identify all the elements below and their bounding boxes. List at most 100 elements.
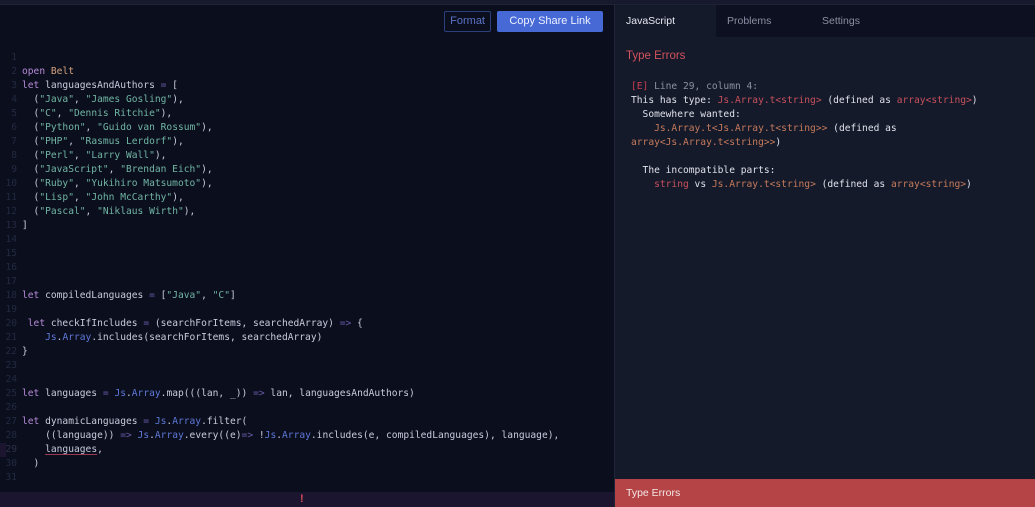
line-number: 2	[11, 66, 17, 77]
code-lines[interactable]: 1 2 open Belt 3 let languagesAndAuthors = [4…	[0, 51, 614, 485]
error-token: This has type:	[631, 95, 718, 106]
line-number: 4	[11, 94, 17, 105]
code-token: .filter(	[201, 416, 248, 427]
copy-share-link-button[interactable]: Copy Share Link	[497, 11, 603, 32]
line-number: 20	[5, 318, 17, 329]
code-line[interactable]: 6 ("Python", "Guido van Rossum"),	[0, 121, 614, 135]
code-token: "Pascal"	[39, 206, 86, 217]
code-line[interactable]: 9 ("JavaScript", "Brendan Eich"),	[0, 163, 614, 177]
format-button[interactable]: Format	[444, 11, 491, 32]
code-line[interactable]: 31	[0, 471, 614, 485]
code-line[interactable]: 3 let languagesAndAuthors = [	[0, 79, 614, 93]
line-number: 26	[5, 402, 17, 413]
error-indicator-icon[interactable]: !	[300, 493, 304, 505]
code-line[interactable]: 19	[0, 303, 614, 317]
code-line[interactable]: 24	[0, 373, 614, 387]
code-token: ,	[73, 178, 86, 189]
code-token: ),	[172, 136, 184, 147]
code-token: "Larry Wall"	[85, 150, 155, 161]
code-line[interactable]: 27 let dynamicLanguages = Js.Array.filter…	[0, 415, 614, 429]
code-token: ,	[97, 444, 103, 455]
code-line[interactable]: 17	[0, 275, 614, 289]
code-token: Belt	[50, 66, 74, 77]
code-token: ),	[201, 178, 213, 189]
code-line[interactable]: 15	[0, 247, 614, 261]
code-token: languages	[39, 388, 103, 399]
code-token: [	[154, 290, 167, 301]
panel-tabs: JavaScript Problems Settings	[615, 5, 1035, 37]
code-line[interactable]: 8 ("Perl", "Larry Wall"),	[0, 149, 614, 163]
error-line: This has type: Js.Array.t<string> (defin…	[631, 94, 978, 108]
code-token: ,	[73, 94, 86, 105]
code-token: "Java"	[166, 290, 202, 301]
line-number: 17	[5, 276, 17, 287]
code-token: }	[22, 346, 28, 357]
code-line[interactable]: 1	[0, 51, 614, 65]
code-line[interactable]: 2 open Belt	[0, 65, 614, 79]
code-token: ,	[73, 150, 86, 161]
code-line[interactable]: 16	[0, 261, 614, 275]
line-number: 12	[5, 206, 17, 217]
code-line[interactable]: 11 ("Lisp", "John McCarthy"),	[0, 191, 614, 205]
error-message: [E] Line 29, column 4: This has type: Js.…	[631, 80, 978, 192]
code-token: "JavaScript"	[39, 164, 109, 175]
code-token: Js	[264, 430, 277, 441]
code-token: let	[22, 388, 40, 399]
code-line[interactable]: 21 Js.Array.includes(searchForItems, sea…	[0, 331, 614, 345]
error-token: [E]	[631, 81, 649, 92]
code-line[interactable]: 12 ("Pascal", "Niklaus Wirth"),	[0, 205, 614, 219]
line-number: 7	[11, 136, 17, 147]
tab-settings[interactable]: Settings	[811, 5, 921, 37]
line-number: 1	[11, 52, 17, 63]
code-token: compiledLanguages	[39, 290, 150, 301]
code-line[interactable]: 5 ("C", "Dennis Ritchie"),	[0, 107, 614, 121]
code-line[interactable]: 28 ((language)) => Js.Array.every((e)=> …	[0, 429, 614, 443]
error-token: (defined as	[827, 123, 897, 134]
error-line: The incompatible parts:	[631, 164, 978, 178]
code-token: (	[22, 122, 40, 133]
line-number: 23	[5, 360, 17, 371]
line-number: 24	[5, 374, 17, 385]
code-line[interactable]: 20 let checkIfIncludes = (searchForItems…	[0, 317, 614, 331]
line-number: 25	[5, 388, 17, 399]
code-line[interactable]: 25 let languages = Js.Array.map(((lan, _)…	[0, 387, 614, 401]
tab-javascript[interactable]: JavaScript	[615, 5, 716, 37]
code-token: let	[22, 290, 40, 301]
error-line: Somewhere wanted:	[631, 108, 978, 122]
error-token: array<Js.Array.t<string>>	[631, 137, 776, 148]
code-editor[interactable]: Format Copy Share Link 1 2 open Belt 3 let l…	[0, 5, 614, 507]
code-token: .map(((lan, _))	[160, 388, 254, 399]
code-token: Js	[114, 388, 126, 399]
error-token: Js.Array.t<string>	[711, 179, 816, 190]
tab-problems[interactable]: Problems	[716, 5, 811, 37]
code-line[interactable]: 29 languages,	[0, 443, 614, 457]
line-number: 18	[5, 290, 17, 301]
code-line[interactable]: 23	[0, 359, 614, 373]
editor-toolbar: Format Copy Share Link	[444, 11, 603, 32]
code-line[interactable]: 4 ("Java", "James Gosling"),	[0, 93, 614, 107]
code-token: "Ruby"	[39, 178, 74, 189]
error-line	[631, 150, 978, 164]
code-token: ]	[22, 220, 28, 231]
line-number: 8	[11, 150, 17, 161]
line-number: 22	[5, 346, 17, 357]
code-line[interactable]: 22}	[0, 345, 614, 359]
error-token: Somewhere wanted:	[631, 109, 741, 120]
code-token: "Guido van Rossum"	[97, 122, 202, 133]
code-line[interactable]: 18 let compiledLanguages = ["Java", "C"]	[0, 289, 614, 303]
code-line[interactable]: 7 ("PHP", "Rasmus Lerdorf"),	[0, 135, 614, 149]
code-line[interactable]: 14	[0, 233, 614, 247]
code-line[interactable]: 30 )	[0, 457, 614, 471]
type-errors-bar[interactable]: Type Errors	[615, 479, 1035, 507]
code-line[interactable]: 10 ("Ruby", "Yukihiro Matsumoto"),	[0, 177, 614, 191]
error-token: (defined as	[815, 179, 891, 190]
code-line[interactable]: 26	[0, 401, 614, 415]
line-number: 9	[11, 164, 17, 175]
code-token: Array	[62, 332, 92, 343]
line-number: 19	[5, 304, 17, 315]
code-token: let	[22, 80, 40, 91]
code-line[interactable]: 13]	[0, 219, 614, 233]
code-token: ),	[201, 122, 213, 133]
code-token: .includes(e, compiledLanguages), languag…	[310, 430, 560, 441]
error-token: Js.Array.t<Js.Array.t<string>>	[631, 123, 828, 134]
